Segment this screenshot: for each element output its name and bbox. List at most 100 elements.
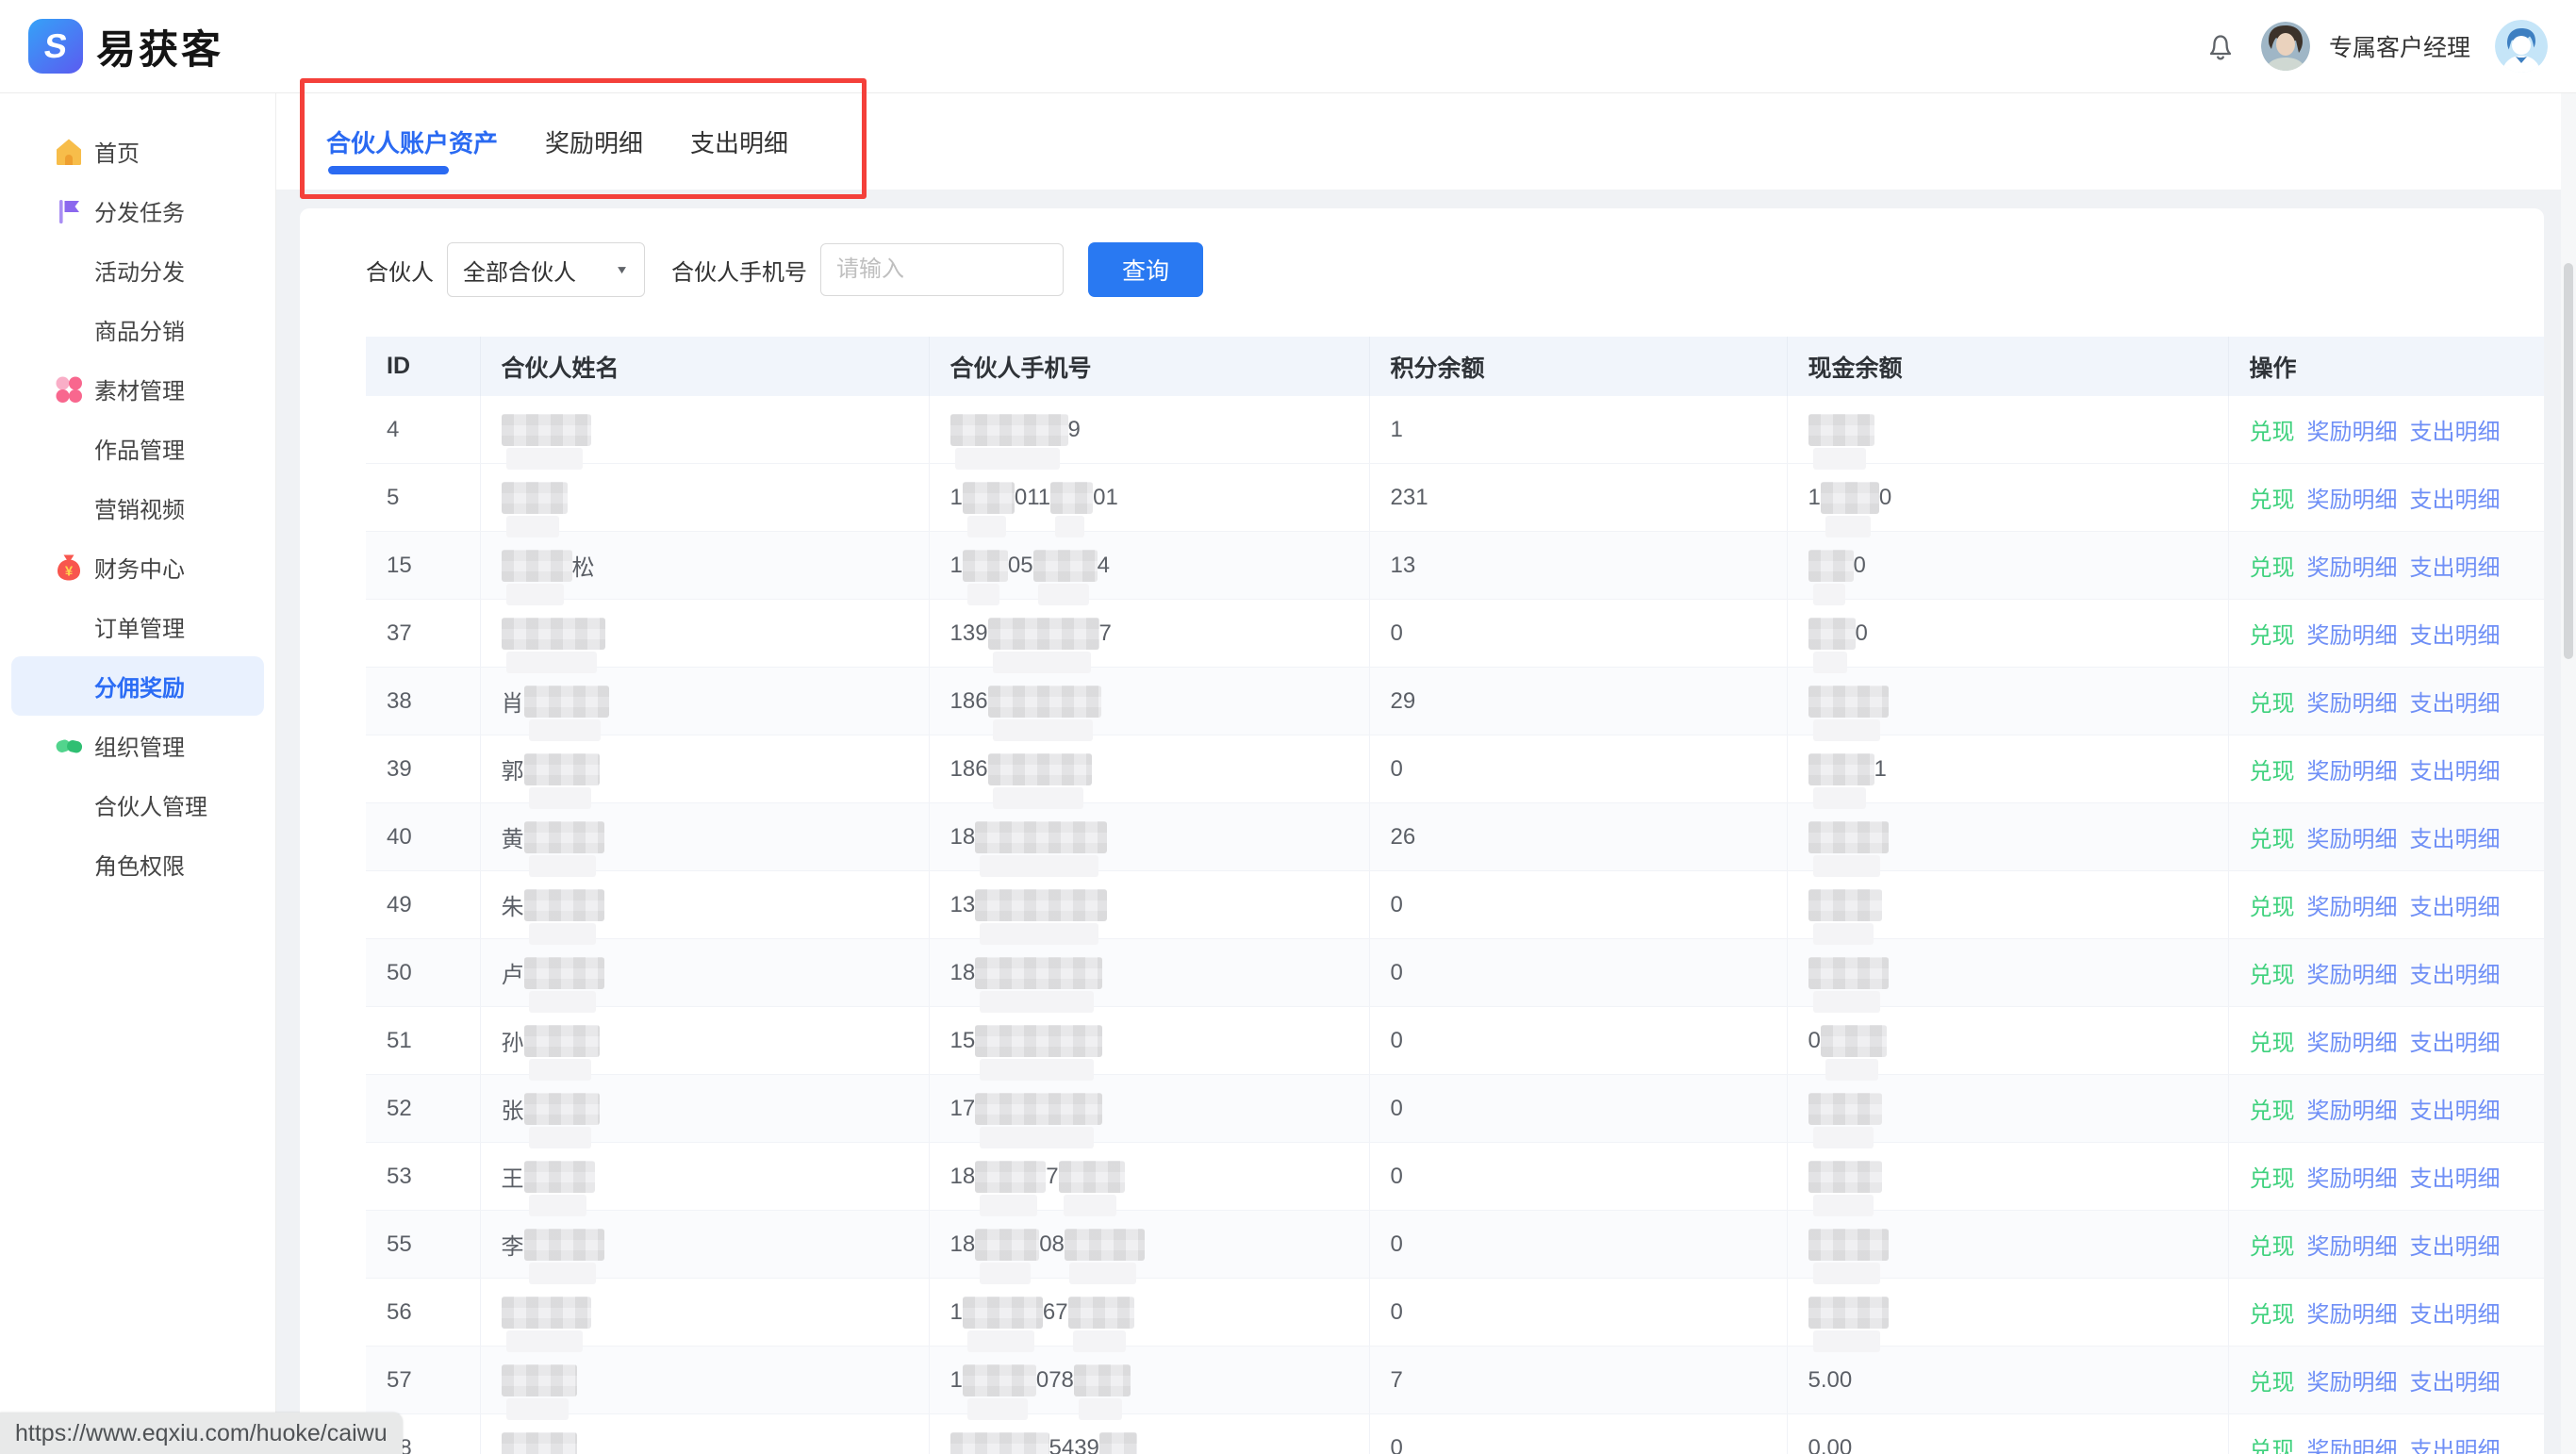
column-header-5: 现金余额 <box>1787 337 2228 396</box>
reward-detail-link[interactable]: 奖励明细 <box>2307 1370 2398 1396</box>
reward-detail-link[interactable]: 奖励明细 <box>2307 623 2398 649</box>
cell-id: 4 <box>366 396 480 464</box>
cell-cash-balance: 10 <box>1787 464 2228 532</box>
reward-detail-link[interactable]: 奖励明细 <box>2307 1099 2398 1124</box>
cash-out-link[interactable]: 兑现 <box>2250 623 2295 649</box>
sidebar-item-13[interactable]: 角色权限 <box>11 834 264 894</box>
sidebar-item-8[interactable]: ¥财务中心 <box>11 537 264 597</box>
table-row: 561670兑现奖励明细支出明细 <box>366 1279 2544 1347</box>
chevron-down-icon: ▼ <box>615 263 629 276</box>
redacted-blur <box>524 889 604 921</box>
expense-detail-link[interactable]: 支出明细 <box>2410 623 2501 649</box>
partner-table: ID合伙人姓名合伙人手机号积分余额现金余额操作 491兑现奖励明细支出明细510… <box>366 337 2544 1454</box>
cell-actions: 兑现奖励明细支出明细 <box>2228 1007 2544 1075</box>
query-button[interactable]: 查询 <box>1088 242 1203 297</box>
redacted-blur <box>1065 1229 1145 1261</box>
cell-text: 078 <box>1036 1367 1074 1394</box>
tab-1[interactable]: 合伙人账户资产 <box>326 93 498 190</box>
sidebar-item-4[interactable]: 商品分销 <box>11 300 264 359</box>
sidebar-item-3[interactable]: 活动分发 <box>11 240 264 300</box>
sidebar-item-1[interactable]: 首页 <box>11 122 264 181</box>
sidebar-item-7[interactable]: 营销视频 <box>11 478 264 537</box>
scrollbar-track[interactable] <box>2561 93 2576 1454</box>
expense-detail-link[interactable]: 支出明细 <box>2410 963 2501 988</box>
cash-out-link[interactable]: 兑现 <box>2250 1302 2295 1328</box>
expense-detail-link[interactable]: 支出明细 <box>2410 1370 2501 1396</box>
cash-out-link[interactable]: 兑现 <box>2250 1099 2295 1124</box>
cash-out-link[interactable]: 兑现 <box>2250 1031 2295 1056</box>
expense-detail-link[interactable]: 支出明细 <box>2410 1302 2501 1328</box>
column-header-2: 合伙人姓名 <box>480 337 929 396</box>
reward-detail-link[interactable]: 奖励明细 <box>2307 1031 2398 1056</box>
expense-detail-link[interactable]: 支出明细 <box>2410 420 2501 445</box>
cash-out-link[interactable]: 兑现 <box>2250 759 2295 785</box>
sidebar-item-label: 作品管理 <box>94 432 185 465</box>
redacted-blur <box>1050 482 1093 514</box>
tab-2[interactable]: 奖励明细 <box>545 93 643 190</box>
cash-out-link[interactable]: 兑现 <box>2250 963 2295 988</box>
cash-out-link[interactable]: 兑现 <box>2250 895 2295 920</box>
reward-detail-link[interactable]: 奖励明细 <box>2307 555 2398 581</box>
reward-detail-link[interactable]: 奖励明细 <box>2307 420 2398 445</box>
phone-input[interactable] <box>820 243 1064 296</box>
cash-out-link[interactable]: 兑现 <box>2250 487 2295 513</box>
partner-select[interactable]: 全部合伙人 ▼ <box>447 242 645 297</box>
table-row: 58543900.00兑现奖励明细支出明细 <box>366 1414 2544 1454</box>
sidebar-item-6[interactable]: 作品管理 <box>11 419 264 478</box>
expense-detail-link[interactable]: 支出明细 <box>2410 1166 2501 1192</box>
scrollbar-thumb[interactable] <box>2564 263 2573 659</box>
cash-out-link[interactable]: 兑现 <box>2250 827 2295 852</box>
reward-detail-link[interactable]: 奖励明细 <box>2307 827 2398 852</box>
cash-out-link[interactable]: 兑现 <box>2250 691 2295 717</box>
cash-out-link[interactable]: 兑现 <box>2250 1166 2295 1192</box>
expense-detail-link[interactable]: 支出明细 <box>2410 1438 2501 1454</box>
redacted-blur <box>975 821 1107 853</box>
cell-text: 186 <box>950 756 988 783</box>
sidebar-item-9[interactable]: 订单管理 <box>11 597 264 656</box>
reward-detail-link[interactable]: 奖励明细 <box>2307 1438 2398 1454</box>
cell-points-balance: 0 <box>1369 1414 1787 1454</box>
reward-detail-link[interactable]: 奖励明细 <box>2307 895 2398 920</box>
reward-detail-link[interactable]: 奖励明细 <box>2307 1302 2398 1328</box>
sidebar-item-5[interactable]: 素材管理 <box>11 359 264 419</box>
cell-partner-phone: 1078 <box>929 1347 1369 1414</box>
reward-detail-link[interactable]: 奖励明细 <box>2307 691 2398 717</box>
cash-out-link[interactable]: 兑现 <box>2250 1370 2295 1396</box>
reward-detail-link[interactable]: 奖励明细 <box>2307 1234 2398 1260</box>
expense-detail-link[interactable]: 支出明细 <box>2410 1031 2501 1056</box>
expense-detail-link[interactable]: 支出明细 <box>2410 759 2501 785</box>
expense-detail-link[interactable]: 支出明细 <box>2410 1234 2501 1260</box>
cash-out-link[interactable]: 兑现 <box>2250 1438 2295 1454</box>
cell-id: 55 <box>366 1211 480 1279</box>
avatar-photo[interactable] <box>2261 22 2310 71</box>
redacted-blur <box>975 1229 1039 1261</box>
service-avatar[interactable] <box>2495 20 2548 73</box>
reward-detail-link[interactable]: 奖励明细 <box>2307 487 2398 513</box>
expense-detail-link[interactable]: 支出明细 <box>2410 691 2501 717</box>
column-header-4: 积分余额 <box>1369 337 1787 396</box>
redacted-blur <box>1808 1229 1889 1261</box>
cell-partner-name: 李 <box>480 1211 929 1279</box>
sidebar-item-12[interactable]: 合伙人管理 <box>11 775 264 834</box>
sidebar-item-2[interactable]: 分发任务 <box>11 181 264 240</box>
tab-3[interactable]: 支出明细 <box>690 93 788 190</box>
cash-out-link[interactable]: 兑现 <box>2250 1234 2295 1260</box>
cash-out-link[interactable]: 兑现 <box>2250 555 2295 581</box>
expense-detail-link[interactable]: 支出明细 <box>2410 827 2501 852</box>
expense-detail-link[interactable]: 支出明细 <box>2410 555 2501 581</box>
sidebar-item-10[interactable]: 分佣奖励 <box>11 656 264 716</box>
expense-detail-link[interactable]: 支出明细 <box>2410 1099 2501 1124</box>
sidebar-item-label: 营销视频 <box>94 491 185 524</box>
sidebar-item-11[interactable]: 组织管理 <box>11 716 264 775</box>
expense-detail-link[interactable]: 支出明细 <box>2410 487 2501 513</box>
reward-detail-link[interactable]: 奖励明细 <box>2307 963 2398 988</box>
expense-detail-link[interactable]: 支出明细 <box>2410 895 2501 920</box>
logo-glyph: S <box>41 26 70 66</box>
cell-text: 0 <box>1854 553 1866 579</box>
reward-detail-link[interactable]: 奖励明细 <box>2307 1166 2398 1192</box>
bell-icon[interactable] <box>2204 29 2237 63</box>
cell-cash-balance: 0.00 <box>1787 1414 2228 1454</box>
cash-out-link[interactable]: 兑现 <box>2250 420 2295 445</box>
reward-detail-link[interactable]: 奖励明细 <box>2307 759 2398 785</box>
cell-points-balance: 7 <box>1369 1347 1787 1414</box>
